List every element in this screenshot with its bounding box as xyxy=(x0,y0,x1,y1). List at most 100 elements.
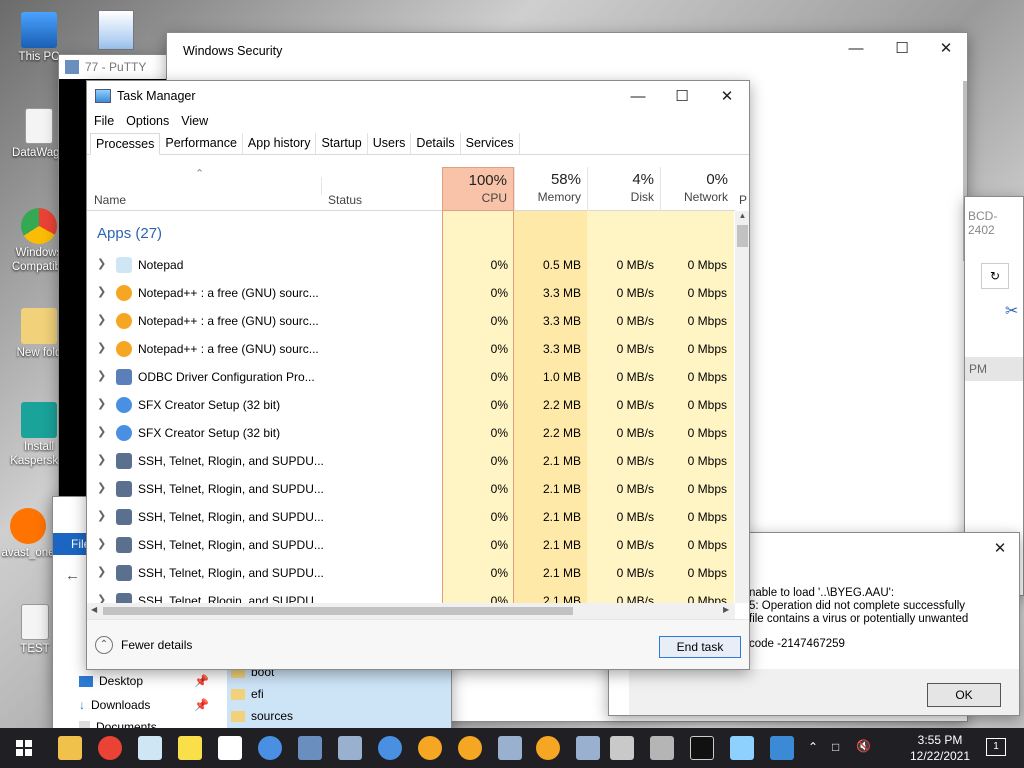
process-row[interactable]: ❯ ODBC Driver Configuration Pro... 0% 1.0 M… xyxy=(87,363,735,391)
setup-icon[interactable] xyxy=(770,736,794,760)
menu-view[interactable]: View xyxy=(181,114,208,128)
folder-list: boot efi sources xyxy=(227,661,451,735)
process-row[interactable]: ❯ SSH, Telnet, Rlogin, and SUPDU... 0% 2.1 … xyxy=(87,447,735,475)
chevron-right-icon[interactable]: ❯ xyxy=(97,481,106,494)
odbc-icon[interactable] xyxy=(338,736,362,760)
console-icon[interactable] xyxy=(690,736,714,760)
process-row[interactable]: ❯ SSH, Telnet, Rlogin, and SUPDU... 0% 2.1 … xyxy=(87,559,735,587)
minimize-button[interactable]: — xyxy=(833,33,879,63)
column-disk[interactable]: 4% Disk xyxy=(587,167,660,211)
scroll-left-icon[interactable]: ◀ xyxy=(91,605,97,614)
menu-file[interactable]: File xyxy=(94,114,114,128)
tab-app-history[interactable]: App history xyxy=(243,133,317,154)
scroll-up-icon[interactable]: ▲ xyxy=(735,211,749,220)
process-row[interactable]: ❯ SSH, Telnet, Rlogin, and SUPDU... 0% 2.1 … xyxy=(87,587,735,603)
nav-item-desktop[interactable]: Desktop 📌 xyxy=(79,669,209,693)
tab-startup[interactable]: Startup xyxy=(316,133,368,154)
file-explorer-icon[interactable] xyxy=(58,736,82,760)
column-power[interactable]: P xyxy=(739,193,747,207)
tab-users[interactable]: Users xyxy=(368,133,412,154)
chevron-right-icon[interactable]: ❯ xyxy=(97,285,106,298)
notepadpp-icon[interactable] xyxy=(458,736,482,760)
apps-group-header[interactable]: Apps (27) xyxy=(87,211,735,251)
close-button[interactable]: ✕ xyxy=(923,33,967,63)
menu-options[interactable]: Options xyxy=(126,114,169,128)
task-manager-icon[interactable] xyxy=(730,736,754,760)
column-memory[interactable]: 58% Memory xyxy=(514,167,587,211)
process-row[interactable]: ❯ Notepad++ : a free (GNU) sourc... 0% 3.3 … xyxy=(87,279,735,307)
notepad-icon[interactable] xyxy=(138,736,162,760)
nav-item-downloads[interactable]: ↓ Downloads 📌 xyxy=(79,693,209,717)
sticky-notes-icon[interactable] xyxy=(178,736,202,760)
shield-icon[interactable] xyxy=(218,736,242,760)
chevron-right-icon[interactable]: ❯ xyxy=(97,593,106,603)
tab-performance[interactable]: Performance xyxy=(160,133,243,154)
notification-icon[interactable]: 1 xyxy=(986,738,1006,756)
process-disk: 0 MB/s xyxy=(616,286,654,300)
task-manager-titlebar[interactable]: Task Manager — ☐ ✕ xyxy=(87,81,749,111)
end-task-button[interactable]: End task xyxy=(659,636,741,658)
process-row[interactable]: ❯ SSH, Telnet, Rlogin, and SUPDU... 0% 2.1 … xyxy=(87,531,735,559)
minimize-button[interactable]: — xyxy=(615,81,661,111)
column-cpu[interactable]: 100% CPU xyxy=(442,167,514,211)
chevron-right-icon[interactable]: ❯ xyxy=(97,565,106,578)
process-row[interactable]: ❯ SSH, Telnet, Rlogin, and SUPDU... 0% 2.1 … xyxy=(87,475,735,503)
putty-icon[interactable] xyxy=(298,736,322,760)
scroll-right-icon[interactable]: ▶ xyxy=(723,605,729,614)
folder-item[interactable]: sources xyxy=(227,705,451,727)
process-row[interactable]: ❯ Notepad++ : a free (GNU) sourc... 0% 3.3 … xyxy=(87,335,735,363)
chevron-right-icon[interactable]: ❯ xyxy=(97,341,106,354)
horizontal-scrollbar[interactable]: ◀ ▶ xyxy=(87,603,735,619)
scroll-thumb[interactable] xyxy=(737,225,748,247)
chevron-right-icon[interactable]: ❯ xyxy=(97,397,106,410)
process-row[interactable]: ❯ Notepad 0% 0.5 MB 0 MB/s 0 Mbps xyxy=(87,251,735,279)
archive-icon[interactable] xyxy=(610,736,634,760)
column-network[interactable]: 0% Network xyxy=(660,167,734,211)
sfx-icon[interactable] xyxy=(378,736,402,760)
column-status[interactable]: Status xyxy=(321,177,441,207)
close-button[interactable]: ✕ xyxy=(704,81,749,111)
process-row[interactable]: ❯ SFX Creator Setup (32 bit) 0% 2.2 MB 0 MB/… xyxy=(87,419,735,447)
sfx-icon[interactable] xyxy=(258,736,282,760)
back-arrow-icon[interactable]: ← xyxy=(65,567,80,584)
network-icon[interactable]: □ xyxy=(832,740,839,754)
notepadpp-icon[interactable] xyxy=(418,736,442,760)
process-row[interactable]: ❯ SFX Creator Setup (32 bit) 0% 2.2 MB 0 MB/… xyxy=(87,391,735,419)
start-button[interactable] xyxy=(0,728,48,768)
process-row[interactable]: ❯ Notepad++ : a free (GNU) sourc... 0% 3.3 … xyxy=(87,307,735,335)
maximize-button[interactable]: ☐ xyxy=(659,81,705,111)
dialog-close-button[interactable]: ✕ xyxy=(977,533,1019,563)
desktop-icon-avast[interactable]: avast_one xyxy=(0,508,56,560)
vertical-scrollbar[interactable]: ▲ xyxy=(735,211,749,603)
shield-app-icon[interactable] xyxy=(98,10,134,50)
maximize-button[interactable]: ☐ xyxy=(879,33,925,63)
clock[interactable]: 3:55 PM 12/22/2021 xyxy=(900,732,980,764)
chevron-up-icon[interactable]: ⌃ xyxy=(808,740,818,754)
chevron-right-icon[interactable]: ❯ xyxy=(97,537,106,550)
tab-services[interactable]: Services xyxy=(461,133,520,154)
scissors-icon[interactable]: ✂ xyxy=(1005,301,1018,321)
installer-icon[interactable] xyxy=(650,736,674,760)
notepadpp-icon[interactable] xyxy=(536,736,560,760)
odbc-icon[interactable] xyxy=(498,736,522,760)
chevron-right-icon[interactable]: ❯ xyxy=(97,313,106,326)
column-name[interactable]: Name xyxy=(94,193,126,207)
chevron-right-icon[interactable]: ❯ xyxy=(97,369,106,382)
chevron-right-icon[interactable]: ❯ xyxy=(97,257,106,270)
odbc-icon[interactable] xyxy=(576,736,600,760)
hscroll-thumb[interactable] xyxy=(103,607,573,615)
ok-button[interactable]: OK xyxy=(927,683,1001,707)
chevron-right-icon[interactable]: ❯ xyxy=(97,425,106,438)
chrome-icon[interactable] xyxy=(98,736,122,760)
process-disk: 0 MB/s xyxy=(616,426,654,440)
folder-item[interactable]: efi xyxy=(227,683,451,705)
fewer-details-button[interactable]: ⌃ Fewer details xyxy=(95,636,192,654)
process-row[interactable]: ❯ SSH, Telnet, Rlogin, and SUPDU... 0% 2.1 … xyxy=(87,503,735,531)
refresh-button[interactable]: ↻ xyxy=(981,263,1009,289)
tab-processes[interactable]: Processes xyxy=(90,133,161,155)
chevron-right-icon[interactable]: ❯ xyxy=(97,453,106,466)
volume-muted-icon[interactable]: 🔇 xyxy=(856,739,871,753)
tab-details[interactable]: Details xyxy=(411,133,461,154)
chevron-right-icon[interactable]: ❯ xyxy=(97,509,106,522)
task-manager-window[interactable]: Task Manager — ☐ ✕ File Options View Pro… xyxy=(86,80,750,670)
